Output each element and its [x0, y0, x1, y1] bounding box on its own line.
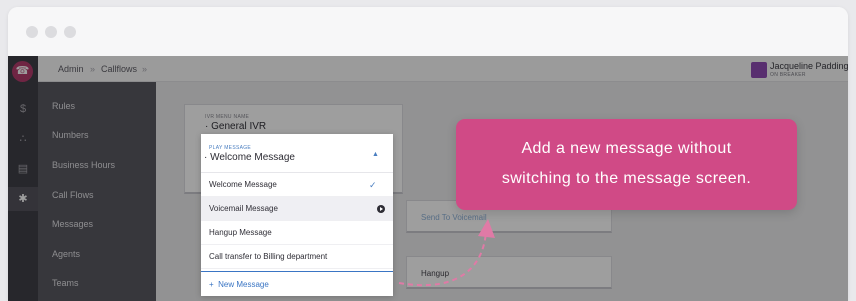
- phone-icon[interactable]: ☎: [12, 61, 33, 82]
- ivr-menu-name-text: General IVR: [211, 121, 267, 132]
- window-maximize-dot[interactable]: [64, 26, 76, 38]
- option-label: Hangup Message: [209, 228, 272, 237]
- send-to-voicemail-label: Send To Voicemail: [421, 213, 487, 222]
- sidebar-item-rules[interactable]: Rules: [38, 91, 156, 121]
- plus-icon: +: [209, 280, 214, 289]
- hangup-label: Hangup: [421, 269, 450, 278]
- sidebar-item-messages[interactable]: Messages: [38, 209, 156, 239]
- caret-up-icon[interactable]: ▲: [372, 151, 379, 158]
- option-billing-transfer[interactable]: Call transfer to Billing department: [201, 245, 393, 269]
- play-message-selected: Welcome Message: [210, 152, 295, 163]
- ivr-menu-name-value[interactable]: · General IVR: [205, 121, 266, 132]
- option-voicemail-message[interactable]: Voicemail Message: [201, 197, 393, 221]
- play-message-label: PLAY MESSAGE: [209, 145, 252, 151]
- play-message-dropdown[interactable]: PLAY MESSAGE · Welcome Message ▲ Welcome…: [201, 134, 393, 296]
- tooltip-line-1: Add a new message without: [521, 140, 732, 157]
- gear-icon[interactable]: ✱: [8, 187, 38, 211]
- top-bar: Admin » Callflows » Jacqueline Paddingto…: [38, 56, 848, 82]
- sidebar-item-business-hours[interactable]: Business Hours: [38, 150, 156, 180]
- team-icon[interactable]: ∴: [8, 127, 38, 151]
- option-label: Voicemail Message: [209, 204, 278, 213]
- check-icon: ✓: [369, 180, 377, 190]
- option-label: Welcome Message: [209, 180, 277, 189]
- option-label: Call transfer to Billing department: [209, 252, 328, 261]
- sidebar-nav: Rules Numbers Business Hours Call Flows …: [38, 56, 156, 301]
- window-minimize-dot[interactable]: [45, 26, 57, 38]
- play-message-value: · Welcome Message: [204, 152, 295, 163]
- user-name[interactable]: Jacqueline Paddington: [770, 61, 848, 71]
- breadcrumb-callflows[interactable]: Callflows: [101, 56, 137, 82]
- option-welcome-message[interactable]: Welcome Message ✓: [201, 173, 393, 197]
- play-message-select[interactable]: PLAY MESSAGE · Welcome Message ▲: [201, 134, 393, 173]
- sidebar-item-agents[interactable]: Agents: [38, 239, 156, 269]
- sidebar-item-teams[interactable]: Teams: [38, 268, 156, 298]
- ivr-menu-name-label: IVR MENU NAME: [205, 114, 250, 120]
- avatar[interactable]: [751, 62, 767, 78]
- annotation-tooltip: Add a new message without switching to t…: [456, 119, 797, 210]
- tooltip-line-2: switching to the message screen.: [501, 170, 752, 187]
- new-message-label: New Message: [218, 280, 269, 289]
- breadcrumb-separator: »: [142, 64, 148, 74]
- hangup-node[interactable]: Hangup: [406, 256, 612, 289]
- play-icon[interactable]: [377, 205, 385, 213]
- breadcrumb-admin[interactable]: Admin: [58, 56, 84, 82]
- new-message-button[interactable]: + New Message: [201, 271, 393, 296]
- dollar-icon[interactable]: $: [8, 97, 38, 121]
- user-status: ON BREAKER: [770, 72, 806, 78]
- icon-rail: ☎ $ ∴ ▤ ✱: [8, 56, 38, 301]
- message-icon[interactable]: ▤: [8, 157, 38, 181]
- window-titlebar: [8, 7, 848, 56]
- option-hangup-message[interactable]: Hangup Message: [201, 221, 393, 245]
- window-close-dot[interactable]: [26, 26, 38, 38]
- breadcrumb-separator: »: [90, 64, 96, 74]
- sidebar-item-numbers[interactable]: Numbers: [38, 120, 156, 150]
- sidebar-item-call-flows[interactable]: Call Flows: [38, 180, 156, 210]
